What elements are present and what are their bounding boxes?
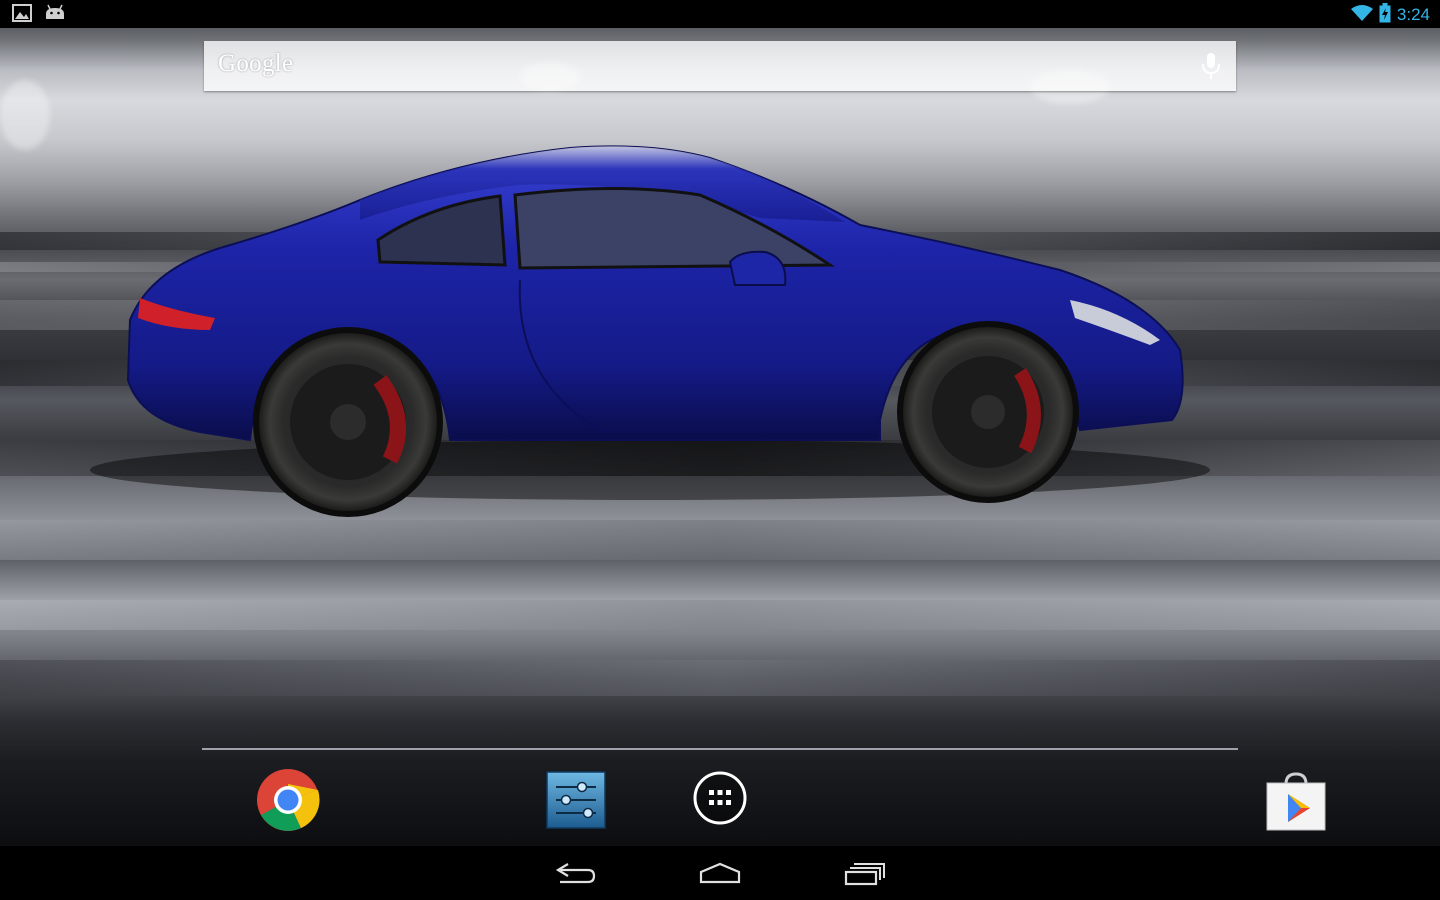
google-search-bar[interactable]: Google <box>204 41 1236 91</box>
status-clock: 3:24 <box>1396 5 1430 24</box>
home-icon[interactable] <box>690 858 750 888</box>
microphone-icon[interactable] <box>1200 52 1222 80</box>
status-bar: 3:24 <box>0 0 1440 28</box>
wifi-icon <box>1350 4 1373 26</box>
live-wallpaper <box>0 0 1440 900</box>
play-store-icon <box>1266 772 1326 831</box>
dock-divider <box>202 748 1238 750</box>
car-illustration <box>90 145 1210 517</box>
search-label: Google <box>218 50 294 77</box>
system-status: 3:24 <box>1350 3 1430 27</box>
notification-icons <box>12 4 66 26</box>
navigation-bar <box>0 846 1440 900</box>
settings-sliders-icon <box>546 771 606 829</box>
recent-apps-icon[interactable] <box>834 858 894 888</box>
chrome-app[interactable] <box>256 768 320 836</box>
battery-charging-icon <box>1379 3 1391 27</box>
back-icon[interactable] <box>546 858 606 888</box>
app-drawer-icon <box>693 771 747 825</box>
chrome-icon <box>257 769 320 831</box>
settings-app[interactable] <box>546 771 606 833</box>
play-store-app[interactable] <box>1264 770 1328 836</box>
all-apps-button[interactable] <box>692 770 748 830</box>
gallery-notification-icon[interactable] <box>12 4 32 26</box>
android-notification-icon[interactable] <box>44 4 66 26</box>
